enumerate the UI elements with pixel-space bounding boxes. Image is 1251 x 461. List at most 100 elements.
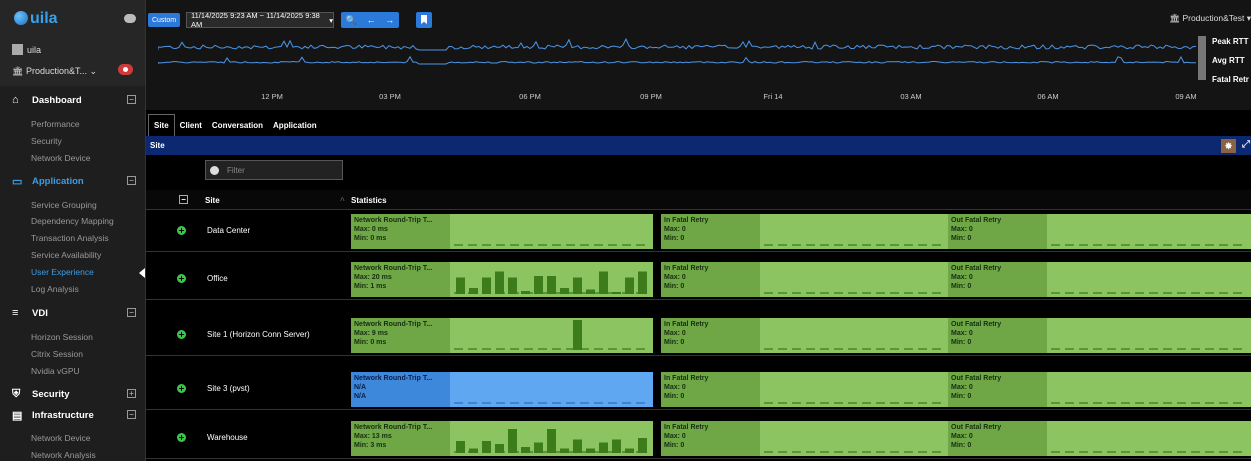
date-range-picker[interactable]: 11/14/2025 9:23 AM ~ 11/14/2025 9:38 AM … xyxy=(186,11,334,29)
rtt-bar xyxy=(599,271,608,294)
zoom-icon[interactable]: 🔍 xyxy=(346,15,357,26)
table-row[interactable]: Warehouse Network Round-Trip T... Max: 13 … xyxy=(146,417,1251,459)
sidebar-item-network-device[interactable]: Network Device xyxy=(31,153,91,163)
rtt-bar xyxy=(469,288,478,294)
custom-range-button[interactable]: Custom xyxy=(148,13,180,27)
filter-input[interactable]: Filter xyxy=(205,160,343,180)
collapse-all-icon[interactable]: − xyxy=(179,195,188,204)
tab-site[interactable]: Site xyxy=(148,114,175,136)
expand-icon[interactable]: ⤢ xyxy=(1242,139,1250,150)
range-selector-handle[interactable] xyxy=(1198,36,1206,80)
metric-cell-out-fatal[interactable]: Out Fatal Retry Max: 0 Min: 0 xyxy=(948,372,1251,407)
site-name[interactable]: Data Center xyxy=(207,226,250,235)
sidebar-item-service-grouping[interactable]: Service Grouping xyxy=(31,200,97,210)
table-row[interactable]: Site 1 (Horizon Conn Server) Network Roun… xyxy=(146,314,1251,356)
section-toggle-icon[interactable]: − xyxy=(127,308,136,317)
table-row[interactable]: Office Network Round-Trip T... Max: 20 ms M… xyxy=(146,258,1251,300)
metric-cell-out-fatal[interactable]: Out Fatal Retry Max: 0 Min: 0 xyxy=(948,318,1251,353)
metric-label: In Fatal Retry Max: 0 Min: 0 xyxy=(661,214,760,249)
table-row[interactable]: Site 3 (pvst) Network Round-Trip T... N/A N… xyxy=(146,368,1251,410)
section-toggle-icon[interactable]: + xyxy=(127,389,136,398)
sidebar-section-security[interactable]: ⛨ Security + xyxy=(0,384,146,404)
metric-cell-in-fatal[interactable]: In Fatal Retry Max: 0 Min: 0 xyxy=(661,318,948,353)
sidebar-item-network-analysis[interactable]: Network Analysis xyxy=(31,450,96,460)
chart-icon: ▤ xyxy=(12,409,23,422)
sidebar-section-vdi[interactable]: ≡ VDI − xyxy=(0,303,146,323)
sidebar-item-nvidia-vgpu[interactable]: Nvidia vGPU xyxy=(31,366,80,376)
sidebar-item-dependency-mapping[interactable]: Dependency Mapping xyxy=(31,216,114,226)
section-toggle-icon[interactable]: − xyxy=(127,95,136,104)
next-arrow-icon[interactable]: → xyxy=(385,15,394,25)
tab-conversation[interactable]: Conversation xyxy=(207,114,268,136)
alert-icon[interactable] xyxy=(118,64,133,75)
peak-rtt-line xyxy=(158,37,1197,51)
metric-sparkbar xyxy=(764,402,944,404)
expand-row-icon[interactable] xyxy=(177,274,186,283)
metric-cell-out-fatal[interactable]: Out Fatal Retry Max: 0 Min: 0 xyxy=(948,262,1251,297)
sort-icon[interactable]: ^ xyxy=(340,196,345,205)
tab-client[interactable]: Client xyxy=(175,114,207,136)
metric-cell-in-fatal[interactable]: In Fatal Retry Max: 0 Min: 0 xyxy=(661,372,948,407)
tenant-name: Production&T... xyxy=(25,66,87,76)
metric-cell-rtt[interactable]: Network Round-Trip T... Max: 20 ms Min: 1 … xyxy=(351,262,653,297)
sidebar-section-label: Infrastructure xyxy=(32,409,94,421)
sidebar-item-service-availability[interactable]: Service Availability xyxy=(31,250,101,260)
timeline-sparkline[interactable] xyxy=(158,36,1208,80)
sidebar-item-log-analysis[interactable]: Log Analysis xyxy=(31,284,79,294)
sidebar-section-infrastructure[interactable]: ▤ Infrastructure − xyxy=(0,405,146,425)
site-name[interactable]: Site 3 (pvst) xyxy=(207,384,250,393)
sidebar-item-network-device[interactable]: Network Device xyxy=(31,433,91,443)
expand-row-icon[interactable] xyxy=(177,226,186,235)
sidebar-item-security[interactable]: Security xyxy=(31,136,62,146)
sidebar-item-horizon-session[interactable]: Horizon Session xyxy=(31,332,93,342)
avg-rtt-line xyxy=(158,55,1197,65)
metric-cell-out-fatal[interactable]: Out Fatal Retry Max: 0 Min: 0 xyxy=(948,214,1251,249)
expand-row-icon[interactable] xyxy=(177,384,186,393)
site-name[interactable]: Site 1 (Horizon Conn Server) xyxy=(207,330,310,339)
tenant-selector[interactable]: 🏛 Production&T... ⌄ xyxy=(12,66,97,77)
metric-cell-in-fatal[interactable]: In Fatal Retry Max: 0 Min: 0 xyxy=(661,421,948,456)
sidebar-item-user-experience[interactable]: User Experience xyxy=(31,267,94,277)
expand-row-icon[interactable] xyxy=(177,330,186,339)
site-name[interactable]: Warehouse xyxy=(207,433,248,442)
prev-arrow-icon[interactable]: ← xyxy=(367,15,376,25)
metric-cell-in-fatal[interactable]: In Fatal Retry Max: 0 Min: 0 xyxy=(661,262,948,297)
sidebar-item-performance[interactable]: Performance xyxy=(31,119,80,129)
rtt-bar xyxy=(482,441,491,453)
metric-cell-in-fatal[interactable]: In Fatal Retry Max: 0 Min: 0 xyxy=(661,214,948,249)
chat-icon[interactable] xyxy=(124,14,136,23)
bookmark-icon[interactable] xyxy=(416,12,432,28)
site-name[interactable]: Office xyxy=(207,274,228,283)
time-tick-label: 09 AM xyxy=(1175,92,1197,101)
time-tick-label: 03 AM xyxy=(900,92,922,101)
metric-max: N/A xyxy=(354,384,367,391)
expand-row-icon[interactable] xyxy=(177,433,186,442)
section-toggle-icon[interactable]: − xyxy=(127,410,136,419)
sidebar-section-label: Application xyxy=(32,175,84,187)
metric-title: Out Fatal Retry xyxy=(951,321,1002,328)
rtt-bar xyxy=(625,277,634,294)
sidebar-section-application[interactable]: ▭ Application − xyxy=(0,171,146,191)
metric-cell-rtt[interactable]: Network Round-Trip T... Max: 13 ms Min: 3 … xyxy=(351,421,653,456)
tenant-dropdown[interactable]: 🏛 Production&Test ▾ xyxy=(1169,13,1251,24)
sidebar-item-citrix-session[interactable]: Citrix Session xyxy=(31,349,83,359)
table-row[interactable]: Data Center Network Round-Trip T... Max: 0… xyxy=(146,210,1251,252)
metric-cell-out-fatal[interactable]: Out Fatal Retry Max: 0 Min: 0 xyxy=(948,421,1251,456)
metric-cell-rtt[interactable]: Network Round-Trip T... N/A N/A xyxy=(351,372,653,407)
sidebar-section-dashboard[interactable]: ⌂ Dashboard − xyxy=(0,90,146,110)
metric-title: Network Round-Trip T... xyxy=(354,424,433,431)
metric-min: Min: 0 xyxy=(664,339,685,346)
section-toggle-icon[interactable]: − xyxy=(127,176,136,185)
metric-cell-rtt[interactable]: Network Round-Trip T... Max: 0 ms Min: 0 m… xyxy=(351,214,653,249)
column-site[interactable]: Site xyxy=(205,196,220,205)
metric-title: Network Round-Trip T... xyxy=(354,265,433,272)
metric-sparkbar xyxy=(454,402,649,404)
app-logo[interactable]: uila xyxy=(14,10,58,28)
metric-cell-rtt[interactable]: Network Round-Trip T... Max: 9 ms Min: 0 m… xyxy=(351,318,653,353)
metric-max: Max: 0 xyxy=(664,274,686,281)
sidebar-item-transaction-analysis[interactable]: Transaction Analysis xyxy=(31,233,109,243)
gear-icon[interactable]: ✸ xyxy=(1221,139,1236,153)
tab-application[interactable]: Application xyxy=(268,114,322,136)
metric-max: Max: 0 xyxy=(951,274,973,281)
user-menu[interactable]: uila xyxy=(12,44,41,55)
